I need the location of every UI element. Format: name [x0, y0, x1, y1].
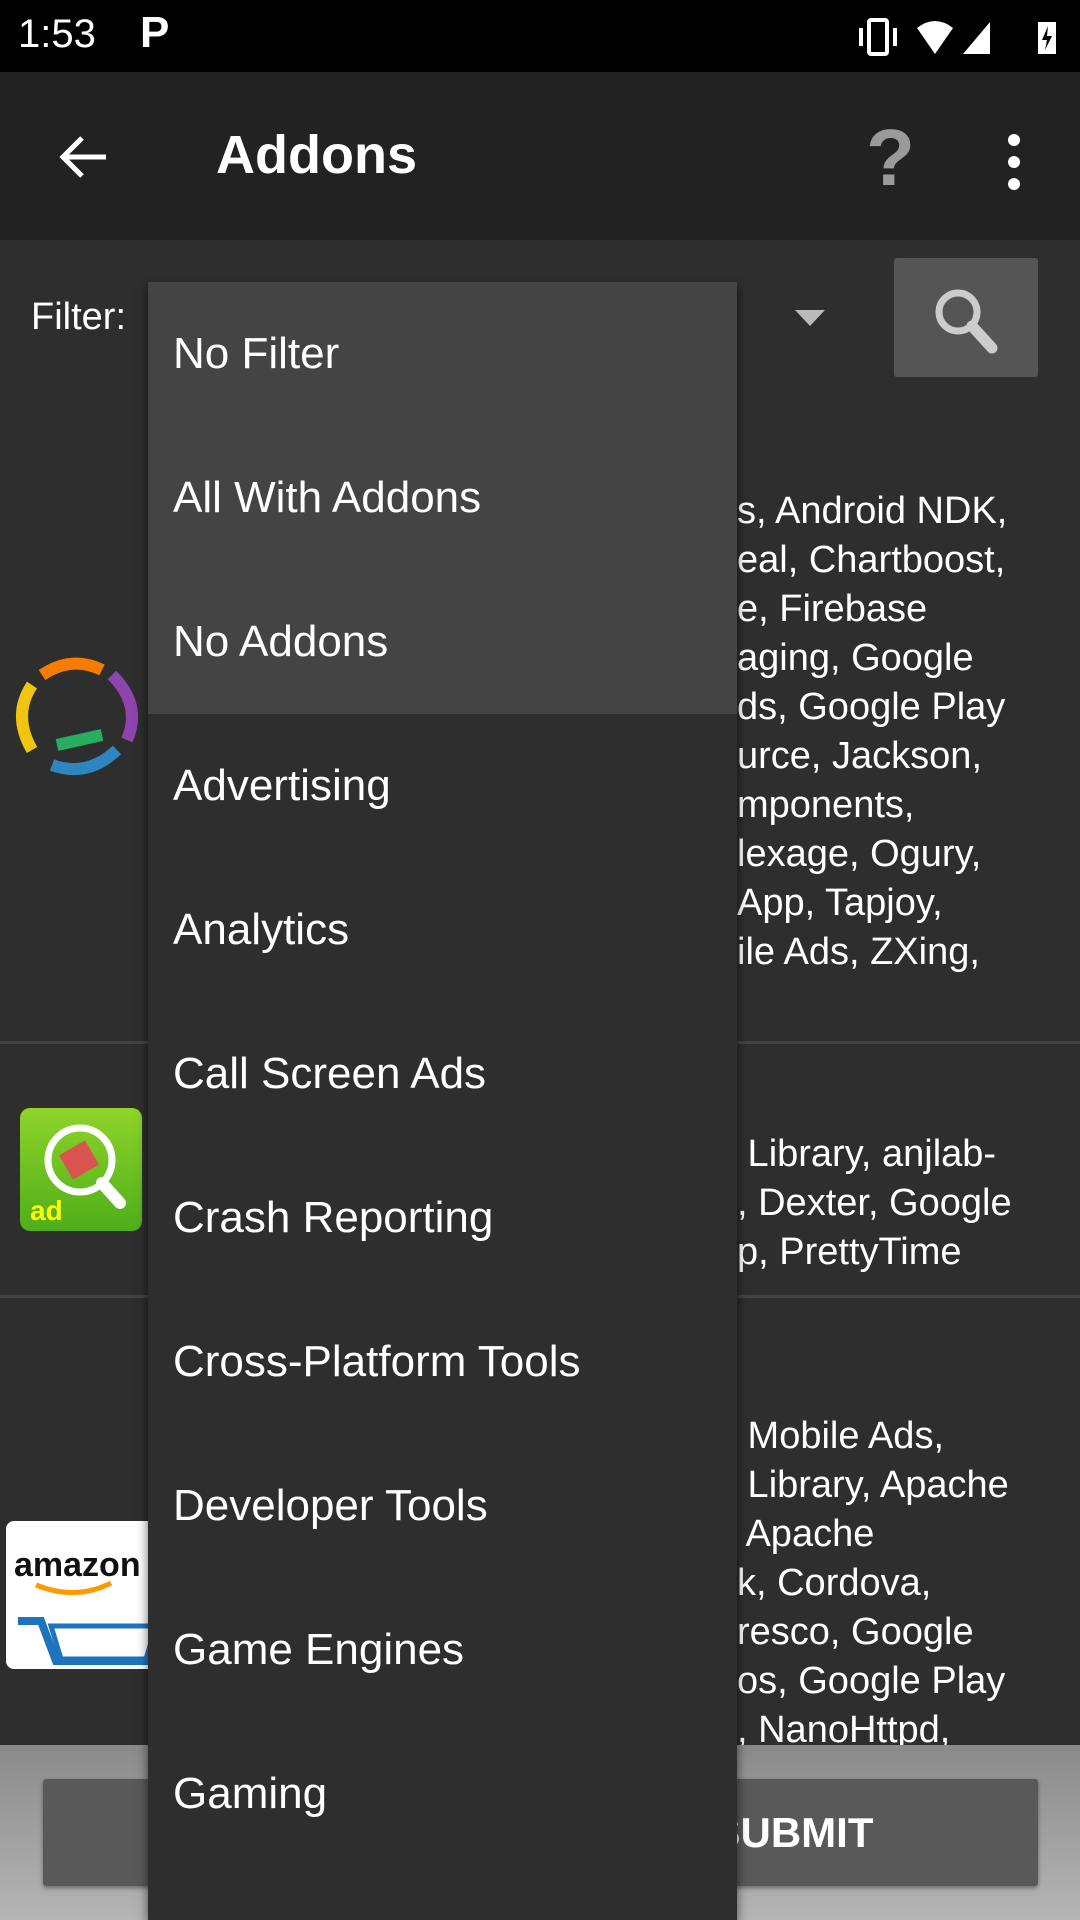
text-line: e, Firebase	[737, 588, 928, 630]
text-line: s, Android NDK,	[737, 490, 1008, 532]
menu-item-no-addons[interactable]: No Addons	[148, 570, 737, 714]
text-line: aging, Google	[737, 637, 974, 679]
text-line: Library, anjlab-	[737, 1133, 997, 1175]
parking-p-icon: P	[140, 8, 170, 57]
row-description: Mobile Ads, Library, Apache Apache k, Co…	[737, 1412, 1009, 1755]
menu-item-developer-tools[interactable]: Developer Tools	[148, 1434, 737, 1578]
amazon-cart-icon: amazon	[6, 1521, 166, 1669]
text-line: eal, Chartboost,	[737, 539, 1006, 581]
menu-item-gaming[interactable]: Gaming	[148, 1722, 737, 1866]
text-line: resco, Google	[737, 1611, 974, 1653]
text-line: Library, Apache	[737, 1464, 1009, 1506]
dropdown-arrow-icon[interactable]	[795, 310, 825, 328]
menu-item-no-filter[interactable]: No Filter	[148, 282, 737, 426]
more-vert-icon[interactable]	[1000, 132, 1028, 192]
status-bar: 1:53 P	[0, 0, 1080, 72]
menu-item-all-with-addons[interactable]: All With Addons	[148, 426, 737, 570]
menu-item-analytics[interactable]: Analytics	[148, 858, 737, 1002]
text-line: Mobile Ads,	[737, 1415, 944, 1457]
menu-item-game-engines[interactable]: Game Engines	[148, 1578, 737, 1722]
text-line: lexage, Ogury,	[737, 833, 982, 875]
vibrate-icon	[859, 18, 897, 56]
menu-item-crash-reporting[interactable]: Crash Reporting	[148, 1146, 737, 1290]
row-description: Library, anjlab- , Dexter, Google p, Pre…	[737, 1130, 1012, 1277]
arrows-circle-icon	[16, 657, 138, 776]
text-line: , Dexter, Google	[737, 1182, 1012, 1224]
text-line: p, PrettyTime	[737, 1231, 962, 1273]
row-description: s, Android NDK, eal, Chartboost, e, Fire…	[737, 487, 1007, 977]
filter-label: Filter:	[31, 296, 126, 338]
arrow-left-icon[interactable]	[56, 132, 112, 182]
text-line: os, Google Play	[737, 1660, 1006, 1702]
text-line: ile Ads, ZXing,	[737, 931, 980, 973]
text-line: App, Tapjoy,	[737, 882, 943, 924]
wifi-icon	[917, 21, 953, 54]
svg-text:amazon: amazon	[14, 1546, 141, 1584]
text-line: mponents,	[737, 784, 915, 826]
text-line: ds, Google Play	[737, 686, 1006, 728]
app-toolbar: Addons ?	[0, 72, 1080, 240]
text-line: Apache	[737, 1513, 875, 1555]
menu-item-advertising[interactable]: Advertising	[148, 714, 737, 858]
text-line: urce, Jackson,	[737, 735, 982, 777]
magnifier-icon	[935, 289, 998, 354]
text-line: k, Cordova,	[737, 1562, 932, 1604]
status-time: 1:53	[18, 12, 96, 56]
menu-item-cross-platform-tools[interactable]: Cross-Platform Tools	[148, 1290, 737, 1434]
battery-charging-icon	[1038, 22, 1056, 54]
page-title: Addons	[216, 125, 417, 185]
svg-text:ad: ad	[30, 1195, 63, 1226]
addons-detector-icon: ad	[20, 1108, 142, 1231]
status-icons	[859, 18, 1056, 56]
question-mark-icon[interactable]: ?	[866, 112, 915, 204]
menu-item-call-screen-ads[interactable]: Call Screen Ads	[148, 1002, 737, 1146]
signal-icon	[963, 22, 990, 54]
filter-dropdown-menu: No Filter All With Addons No Addons Adve…	[148, 282, 737, 1920]
search-button[interactable]	[894, 258, 1038, 377]
